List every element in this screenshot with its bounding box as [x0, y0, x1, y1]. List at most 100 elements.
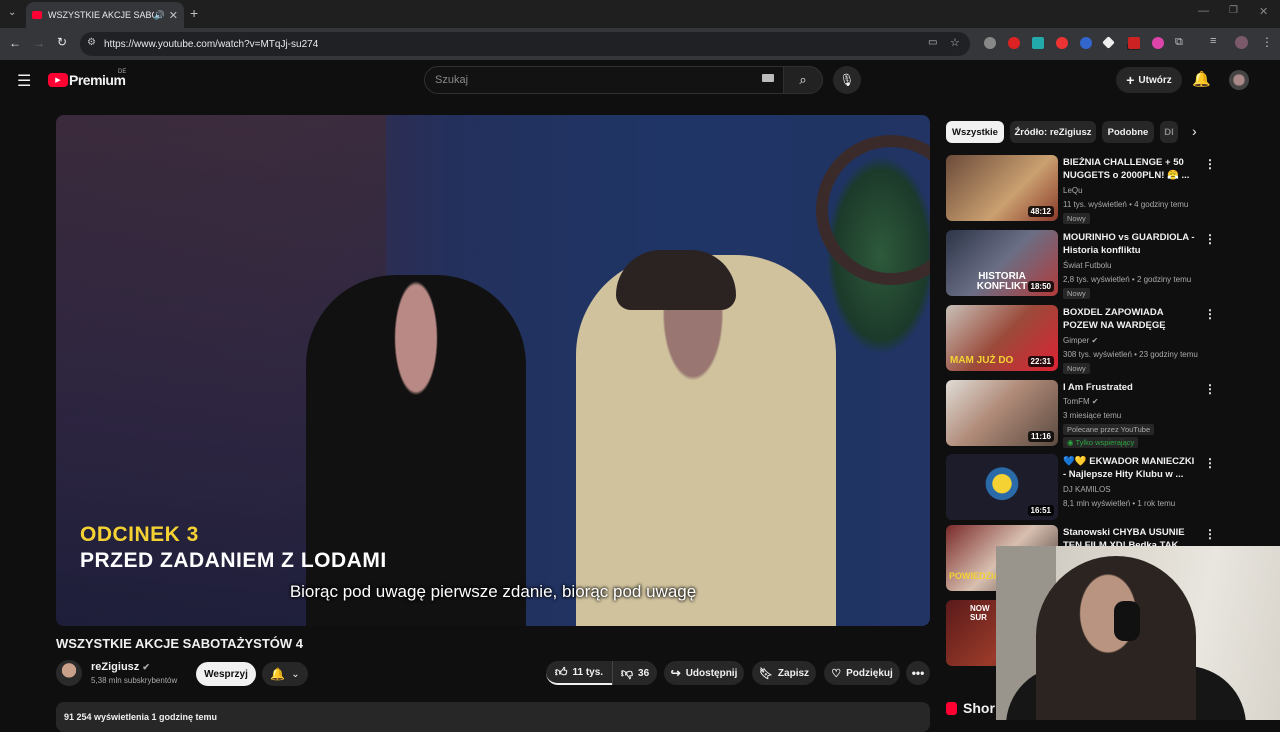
share-button[interactable]: ↪ Udostępnij	[664, 661, 744, 685]
share-label: Udostępnij	[685, 667, 738, 679]
minimize-icon[interactable]: —	[1198, 5, 1209, 17]
media-controls-icon[interactable]: ≡	[1210, 35, 1216, 47]
voice-search-button[interactable]: 🎙	[833, 66, 861, 94]
views-and-date: 91 254 wyświetlenia 1 godzinę temu	[64, 712, 218, 722]
chips-next-arrow-icon[interactable]: ›	[1192, 123, 1197, 139]
browser-tab-strip: ⌄ WSZYSTKIE AKCJE SABOTA... 🔊 ✕ + — ❐ ✕	[0, 0, 1280, 28]
dislike-count: 36	[638, 667, 650, 679]
bookmark-icon: 🔖︎	[758, 667, 773, 680]
recommended-video[interactable]: 16:51 💙💛 EKWADOR MANIECZKI - Najlepsze H…	[946, 454, 1226, 522]
video-menu-icon[interactable]: ⋮	[1204, 527, 1216, 541]
save-button[interactable]: 🔖︎ Zapisz	[752, 661, 816, 685]
video-thumbnail[interactable]: 16:51	[946, 454, 1058, 520]
chevron-down-icon: ⌄	[291, 668, 300, 680]
youtube-premium-logo[interactable]: Premium	[69, 72, 126, 88]
back-icon[interactable]: ←	[9, 36, 21, 50]
extension-icon-5[interactable]	[1080, 37, 1092, 49]
close-window-icon[interactable]: ✕	[1259, 5, 1268, 18]
recommended-video-channel: Świat Futbolu	[1063, 261, 1112, 270]
video-title: WSZYSTKIE AKCJE SABOTAŻYSTÓW 4	[56, 636, 304, 651]
verified-check-icon: ✔	[142, 662, 150, 672]
description-box[interactable]: 91 254 wyświetlenia 1 godzinę temu	[56, 702, 930, 732]
video-menu-icon[interactable]: ⋮	[1204, 382, 1216, 396]
support-button[interactable]: Wesprzyj	[196, 662, 256, 686]
bell-icon: 🔔	[270, 667, 286, 681]
browser-tab[interactable]: WSZYSTKIE AKCJE SABOTA... 🔊 ✕	[26, 2, 184, 28]
install-app-icon[interactable]: ▭	[928, 37, 937, 48]
more-actions-button[interactable]: •••	[906, 661, 930, 685]
menu-hamburger-icon[interactable]: ☰	[17, 71, 31, 91]
close-tab-icon[interactable]: ✕	[169, 9, 178, 22]
site-info-icon[interactable]: ⚙	[87, 37, 96, 48]
keyboard-icon[interactable]	[762, 74, 774, 82]
account-avatar[interactable]	[1229, 70, 1249, 90]
create-button[interactable]: + Utwórz	[1116, 67, 1182, 93]
new-badge: Nowy	[1063, 363, 1090, 374]
search-button[interactable]: ⌕	[783, 66, 823, 94]
extension-icon-4[interactable]	[1056, 37, 1068, 49]
video-menu-icon[interactable]: ⋮	[1204, 157, 1216, 171]
like-count: 11 tys.	[572, 666, 604, 678]
recommended-video-title: I Am Frustrated	[1063, 382, 1133, 393]
verified-check-icon: ✔	[1091, 397, 1099, 406]
channel-avatar[interactable]	[56, 660, 82, 686]
address-bar[interactable]: ⚙ https://www.youtube.com/watch?v=MTqJj-…	[80, 32, 970, 56]
recommended-video[interactable]: 11:16 I Am Frustrated TomFM ✔ 3 miesiące…	[946, 380, 1226, 452]
video-player[interactable]: ODCINEK 3 PRZED ZADANIEM Z LODAMI Biorąc…	[56, 115, 930, 626]
youtube-favicon-icon	[32, 11, 42, 19]
extension-icon-8[interactable]	[1152, 37, 1164, 49]
like-button[interactable]: 👍︎ 11 tys.	[546, 661, 612, 685]
shorts-section-header[interactable]: Shor	[946, 700, 995, 716]
youtube-logo-icon[interactable]: ▶	[48, 73, 68, 87]
chip-all[interactable]: Wszystkie	[946, 121, 1004, 143]
video-duration: 16:51	[1027, 505, 1054, 516]
speaker-icon: 🔊	[153, 9, 165, 20]
video-thumbnail[interactable]: MAM JUŻ DO 22:31	[946, 305, 1058, 371]
chip-similar[interactable]: Podobne	[1102, 121, 1154, 143]
extension-icon-3[interactable]	[1032, 37, 1044, 49]
new-tab-button[interactable]: +	[190, 5, 198, 21]
recommended-video[interactable]: MAM JUŻ DO 22:31 BOXDEL ZAPOWIADA POZEW …	[946, 305, 1226, 374]
thanks-heart-icon: ♡	[831, 667, 842, 680]
chip-more[interactable]: Dl	[1160, 121, 1178, 143]
recommended-badge: Polecane przez YouTube	[1063, 424, 1155, 435]
chip-source[interactable]: Źródło: reZigiusz	[1010, 121, 1096, 143]
tab-search-icon[interactable]: ⌄	[8, 7, 16, 18]
verified-check-icon: ✔	[1091, 336, 1099, 345]
extension-icon-2[interactable]	[1008, 37, 1020, 49]
reload-icon[interactable]: ↻	[57, 35, 67, 49]
recommended-video-meta: 3 miesiące temu	[1063, 411, 1122, 420]
recommended-video[interactable]: HISTORIA KONFLIKT 18:50 MOURINHO vs GUAR…	[946, 230, 1226, 299]
video-thumbnail[interactable]: 11:16	[946, 380, 1058, 446]
subscription-bell-button[interactable]: 🔔 ⌄	[262, 662, 308, 686]
new-badge: Nowy	[1063, 288, 1090, 299]
video-duration: 48:12	[1027, 206, 1054, 217]
shorts-icon	[946, 701, 957, 715]
thanks-button[interactable]: ♡ Podziękuj	[824, 661, 900, 685]
notifications-bell-icon[interactable]: 🔔	[1192, 70, 1211, 88]
channel-name[interactable]: reZigiusz ✔	[91, 661, 150, 673]
members-icon: ◉	[1067, 438, 1074, 447]
person-man	[576, 255, 836, 626]
video-subtitle: Biorąc pod uwagę pierwsze zdanie, biorąc…	[289, 582, 697, 601]
extensions-puzzle-icon[interactable]: ⧉	[1175, 36, 1183, 49]
bookmark-star-icon[interactable]: ☆	[950, 36, 960, 49]
video-thumbnail[interactable]: 48:12	[946, 155, 1058, 221]
video-menu-icon[interactable]: ⋮	[1204, 456, 1216, 470]
members-only-text: Tylko wspierający	[1075, 438, 1135, 447]
profile-avatar-icon[interactable]	[1235, 36, 1248, 49]
search-icon: ⌕	[799, 72, 807, 87]
recommended-video[interactable]: 48:12 BIEŻNIA CHALLENGE + 50 NUGGETS o 2…	[946, 155, 1226, 224]
extension-icon-1[interactable]	[984, 37, 996, 49]
channel-text: TomFM	[1063, 397, 1090, 406]
search-input[interactable]: Szukaj	[424, 66, 784, 94]
recommended-video-meta: 11 tys. wyświetleń • 4 godziny temu	[1063, 200, 1189, 209]
forward-icon[interactable]: →	[33, 36, 45, 50]
dislike-button[interactable]: 👎︎ 36	[612, 661, 657, 685]
restore-icon[interactable]: ❐	[1229, 5, 1238, 16]
video-menu-icon[interactable]: ⋮	[1204, 307, 1216, 321]
browser-menu-icon[interactable]: ⋮	[1261, 35, 1273, 49]
video-thumbnail[interactable]: HISTORIA KONFLIKT 18:50	[946, 230, 1058, 296]
extension-icon-7[interactable]	[1128, 37, 1140, 49]
video-menu-icon[interactable]: ⋮	[1204, 232, 1216, 246]
